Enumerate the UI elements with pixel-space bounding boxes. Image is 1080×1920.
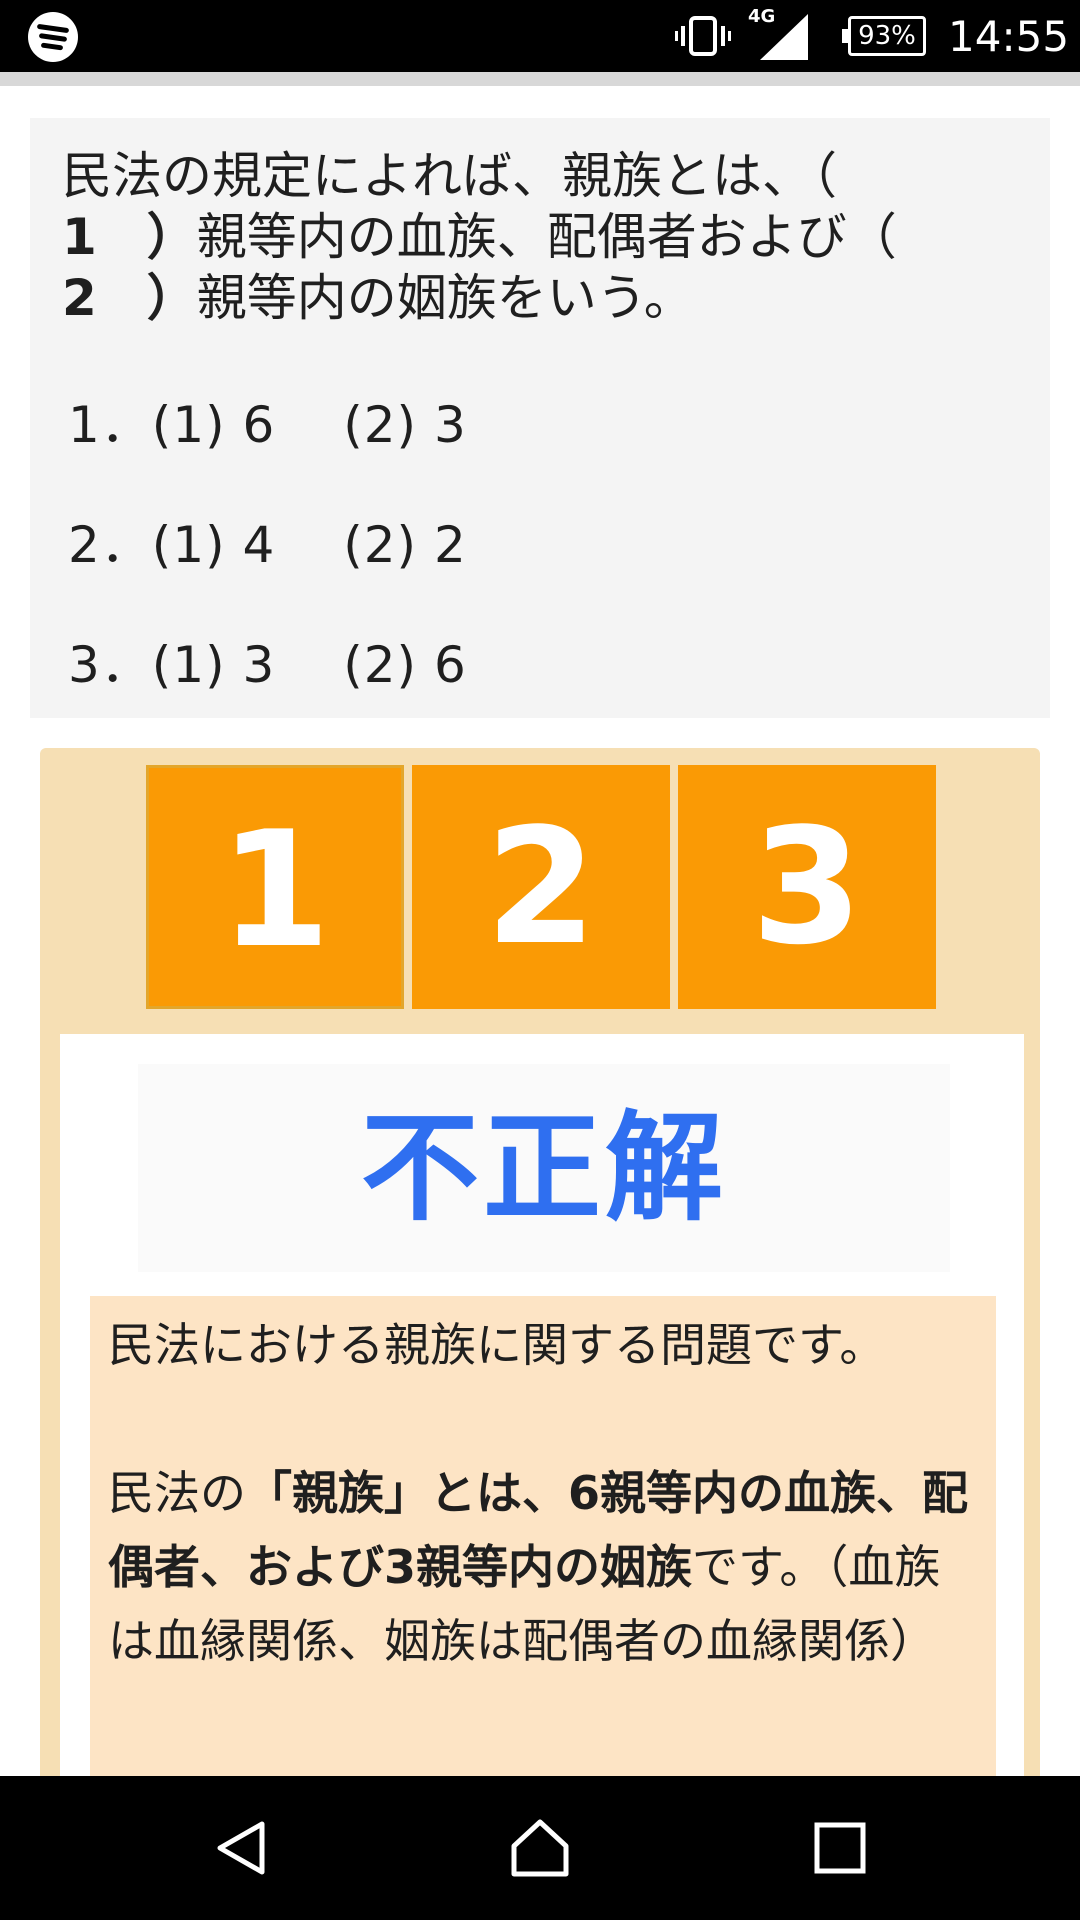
choice-1: 1．(1) 6 (2) 3 <box>68 396 467 454</box>
question-text-part: 民法の規定によれば、親族とは、（ <box>62 147 837 205</box>
clock: 14:55 <box>948 12 1070 61</box>
back-icon <box>217 1821 265 1875</box>
answer-button-3[interactable]: 3 <box>678 765 936 1009</box>
vibrate-icon <box>675 16 731 56</box>
question-text-part: 親等内の姻族をいう。 <box>196 269 694 327</box>
home-button[interactable] <box>470 1776 610 1920</box>
battery-level: 93% <box>858 21 916 51</box>
question-text-part: 親等内の血族、配偶者および（ <box>196 208 897 266</box>
choice-2: 2．(1) 4 (2) 2 <box>68 516 467 574</box>
answer-button-2[interactable]: 2 <box>412 765 670 1009</box>
recents-button[interactable] <box>770 1776 910 1920</box>
choice-list: 1．(1) 6 (2) 3 2．(1) 4 (2) 2 3．(1) 3 (2) … <box>68 380 467 740</box>
answer-buttons: 1 2 3 <box>146 765 936 1011</box>
explanation-body: 民法の「親族」とは、6親等内の血族、配偶者、および3親等内の姻族です。（血族は血… <box>108 1456 978 1678</box>
navigation-bar <box>0 1776 1080 1920</box>
back-button[interactable] <box>172 1776 312 1920</box>
question-text: 民法の規定によれば、親族とは、（ 1 ）親等内の血族、配偶者および（ 2 ）親等内の… <box>62 146 942 329</box>
blank-2: 2 ） <box>62 269 197 327</box>
home-icon <box>511 1819 569 1877</box>
result-label: 不正解 <box>138 1064 950 1272</box>
blank-1: 1 ） <box>62 208 197 266</box>
question-card: 民法の規定によれば、親族とは、（ 1 ）親等内の血族、配偶者および（ 2 ）親等内の… <box>30 118 1050 718</box>
status-bar: 4G 93% 14:55 <box>0 0 1080 72</box>
battery-icon: 93% <box>842 16 926 56</box>
spotify-icon <box>28 12 78 62</box>
choice-3: 3．(1) 3 (2) 6 <box>68 636 467 694</box>
answer-button-1[interactable]: 1 <box>146 765 404 1009</box>
explanation-intro: 民法における親族に関する問題です。 <box>108 1318 886 1372</box>
answer-panel: 1 2 3 不正解 民法における親族に関する問題です。 民法の「親族」とは、6親… <box>40 748 1040 1920</box>
page-top-strip <box>0 72 1080 86</box>
recents-icon <box>814 1822 866 1874</box>
explanation-text: 民法の <box>108 1466 246 1520</box>
signal-icon <box>760 14 808 60</box>
